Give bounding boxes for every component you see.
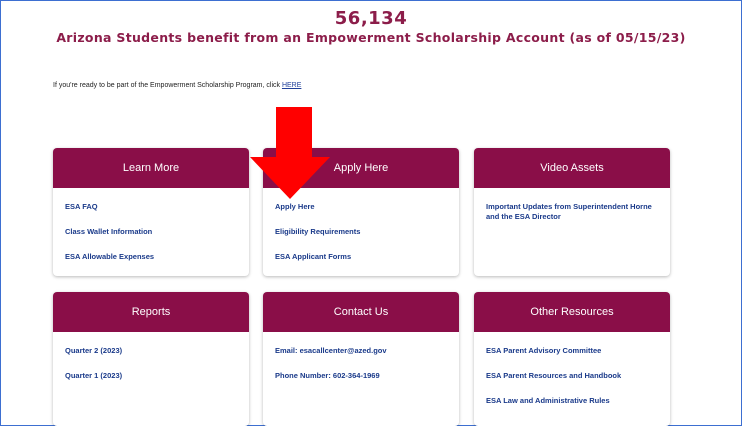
- card-title: Reports: [53, 292, 249, 332]
- card-title: Learn More: [53, 148, 249, 188]
- link-email[interactable]: Email: esacallcenter@azed.gov: [275, 346, 447, 356]
- card-learn-more: Learn More ESA FAQ Class Wallet Informat…: [53, 148, 249, 276]
- red-down-arrow-icon: [250, 107, 330, 199]
- link-quarter-1[interactable]: Quarter 1 (2023): [65, 371, 237, 381]
- link-applicant-forms[interactable]: ESA Applicant Forms: [275, 252, 447, 262]
- card-other-resources: Other Resources ESA Parent Advisory Comm…: [474, 292, 670, 426]
- link-allowable-expenses[interactable]: ESA Allowable Expenses: [65, 252, 237, 262]
- card-title: Video Assets: [474, 148, 670, 188]
- link-phone[interactable]: Phone Number: 602-364-1969: [275, 371, 447, 381]
- card-title: Other Resources: [474, 292, 670, 332]
- link-class-wallet[interactable]: Class Wallet Information: [65, 227, 237, 237]
- here-link[interactable]: HERE: [282, 82, 301, 89]
- card-contact-us: Contact Us Email: esacallcenter@azed.gov…: [263, 292, 459, 426]
- intro-sentence: If you're ready to be part of the Empowe…: [53, 82, 282, 89]
- card-title: Contact Us: [263, 292, 459, 332]
- student-count: 56,134: [334, 8, 408, 29]
- link-law-rules[interactable]: ESA Law and Administrative Rules: [486, 396, 658, 406]
- card-reports: Reports Quarter 2 (2023) Quarter 1 (2023…: [53, 292, 249, 426]
- card-video-assets: Video Assets Important Updates from Supe…: [474, 148, 670, 276]
- link-apply-here[interactable]: Apply Here: [275, 202, 447, 212]
- link-esa-faq[interactable]: ESA FAQ: [65, 202, 237, 212]
- link-important-updates[interactable]: Important Updates from Superintendent Ho…: [486, 202, 656, 222]
- link-quarter-2[interactable]: Quarter 2 (2023): [65, 346, 237, 356]
- link-parent-advisory[interactable]: ESA Parent Advisory Committee: [486, 346, 658, 356]
- intro-text: If you're ready to be part of the Empowe…: [53, 82, 301, 89]
- link-parent-resources[interactable]: ESA Parent Resources and Handbook: [486, 371, 658, 381]
- link-eligibility[interactable]: Eligibility Requirements: [275, 227, 447, 237]
- student-count-caption: Arizona Students benefit from an Empower…: [56, 30, 686, 45]
